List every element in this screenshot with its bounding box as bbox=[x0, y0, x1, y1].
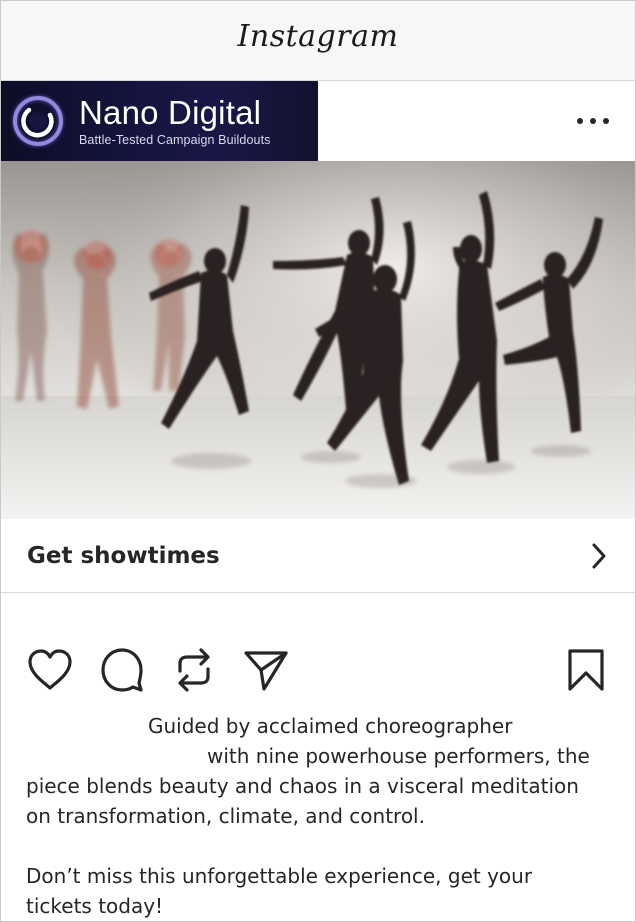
instagram-feed-frame: Instagram Nano Digital Battle-Tested Cam… bbox=[0, 0, 636, 922]
repost-icon bbox=[178, 648, 210, 692]
save-button[interactable] bbox=[562, 646, 610, 694]
caption-line-2-wrapper: with nine powerhouse performers, the bbox=[26, 741, 617, 771]
caption-line-4: on transformation, climate, and control. bbox=[26, 804, 425, 828]
brand-logo-icon bbox=[9, 92, 67, 150]
comment-icon bbox=[101, 648, 143, 692]
more-options-button[interactable] bbox=[565, 101, 621, 141]
brand-name: Nano Digital bbox=[79, 94, 262, 131]
send-icon bbox=[244, 651, 288, 691]
caption-line-1: Guided by acclaimed choreographer bbox=[148, 714, 513, 738]
caption-line-5: Don’t miss this unforgettable experience… bbox=[26, 864, 533, 888]
post-actions-left bbox=[26, 646, 290, 694]
post-actions-bar bbox=[1, 633, 635, 707]
share-button[interactable] bbox=[242, 646, 290, 694]
bookmark-icon bbox=[568, 649, 604, 691]
cta-label: Get showtimes bbox=[27, 542, 220, 569]
caption-line-6: tickets today! bbox=[26, 894, 164, 918]
more-options-icon bbox=[577, 118, 609, 124]
post-media-video[interactable] bbox=[1, 161, 635, 519]
brand-text: Nano Digital Battle-Tested Campaign Buil… bbox=[79, 94, 271, 148]
heart-icon bbox=[28, 649, 72, 690]
comment-button[interactable] bbox=[98, 646, 146, 694]
app-top-bar: Instagram bbox=[1, 1, 635, 81]
like-button[interactable] bbox=[26, 646, 74, 694]
caption-line-2: with nine powerhouse performers, the bbox=[207, 744, 590, 768]
post-header: Nano Digital Battle-Tested Campaign Buil… bbox=[1, 81, 635, 161]
post-caption: Guided by acclaimed choreographer with n… bbox=[1, 711, 635, 921]
chevron-right-icon bbox=[592, 543, 606, 568]
sponsor-banner[interactable]: Nano Digital Battle-Tested Campaign Buil… bbox=[1, 81, 318, 161]
get-showtimes-link[interactable]: Get showtimes bbox=[1, 519, 635, 593]
repost-button[interactable] bbox=[170, 646, 218, 694]
caption-line-3: piece blends beauty and chaos in a visce… bbox=[26, 774, 579, 798]
brand-tagline: Battle-Tested Campaign Buildouts bbox=[79, 133, 271, 147]
instagram-wordmark[interactable]: Instagram bbox=[238, 19, 399, 54]
